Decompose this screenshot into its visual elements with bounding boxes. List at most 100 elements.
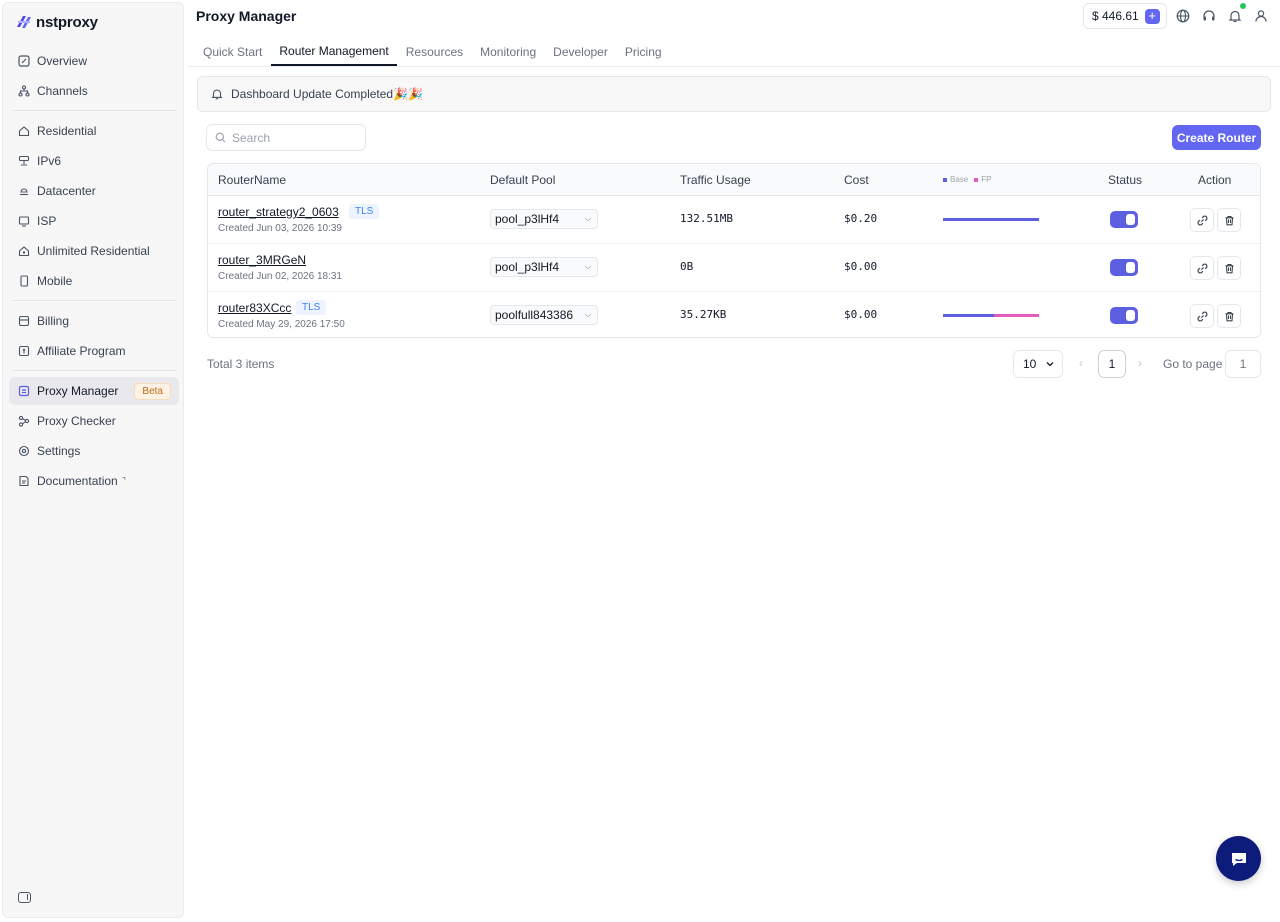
sidebar-item-documentation[interactable]: Documentation ⌝	[9, 467, 179, 495]
sidebar-item-label: ISP	[37, 214, 57, 228]
legend-base-label: Base	[950, 175, 969, 184]
brand-logo[interactable]: nstproxy	[15, 13, 98, 31]
datacenter-icon	[18, 185, 30, 197]
sidebar-item-ipv6[interactable]: IPv6	[9, 147, 179, 175]
router-name-link[interactable]: router83XCcc	[218, 301, 291, 315]
sidebar-item-label: Settings	[37, 444, 81, 458]
tab-router-management[interactable]: Router Management	[271, 38, 397, 66]
default-pool-select[interactable]: poolfull843386 ⌵	[490, 305, 598, 325]
toggle-knob	[1126, 310, 1135, 321]
residential-icon	[18, 125, 30, 137]
chevron-down-icon: ⌵	[584, 262, 591, 271]
notice-bell-icon	[211, 88, 223, 100]
chat-bubble-icon	[1231, 852, 1246, 866]
goto-page-input[interactable]	[1225, 350, 1261, 378]
sidebar-item-affiliate-program[interactable]: Affiliate Program	[9, 337, 179, 365]
sidebar-item-proxy-checker[interactable]: Proxy Checker	[9, 407, 179, 435]
default-pool-select[interactable]: pool_p3lHf4 ⌵	[490, 257, 598, 277]
delete-button[interactable]	[1217, 304, 1241, 328]
sidebar-item-channels[interactable]: Channels	[9, 77, 179, 105]
sidebar-item-label: Mobile	[37, 274, 73, 288]
sidebar-item-overview[interactable]: Overview	[9, 47, 179, 75]
mobile-icon	[18, 275, 30, 287]
next-page-button[interactable]: ›	[1138, 356, 1142, 370]
tab-quick-start[interactable]: Quick Start	[195, 38, 270, 66]
collapse-sidebar-icon[interactable]	[18, 892, 31, 903]
table-row: router_3MRGeN Created Jun 02, 2026 18:31…	[208, 244, 1260, 292]
sidebar-item-datacenter[interactable]: Datacenter	[9, 177, 179, 205]
search-input[interactable]	[232, 130, 352, 145]
column-header-status: Status	[1108, 173, 1143, 187]
search-icon	[215, 132, 226, 143]
isp-icon	[18, 215, 30, 227]
tab-monitoring[interactable]: Monitoring	[472, 38, 544, 66]
status-toggle[interactable]	[1110, 259, 1138, 276]
proxy-checker-icon	[18, 415, 30, 427]
usage-bar-base	[943, 314, 994, 317]
previous-page-button[interactable]: ‹	[1079, 356, 1083, 370]
user-icon[interactable]	[1253, 8, 1269, 24]
sidebar-item-residential[interactable]: Residential	[9, 117, 179, 145]
unlimited-residential-icon	[18, 245, 30, 257]
billing-icon	[18, 315, 30, 327]
copy-link-button[interactable]	[1190, 304, 1214, 328]
legend-fp-swatch	[974, 177, 979, 182]
tls-badge: TLS	[349, 204, 380, 219]
sidebar-item-isp[interactable]: ISP	[9, 207, 179, 235]
sidebar-item-mobile[interactable]: Mobile	[9, 267, 179, 295]
created-date: Created May 29, 2026 17:50	[218, 319, 345, 330]
copy-link-button[interactable]	[1190, 256, 1214, 280]
delete-button[interactable]	[1217, 256, 1241, 280]
tab-pricing[interactable]: Pricing	[617, 38, 670, 66]
column-header-default-pool: Default Pool	[490, 173, 556, 187]
column-header-traffic-usage: Traffic Usage	[680, 173, 751, 187]
link-icon	[1197, 215, 1207, 225]
sidebar-item-billing[interactable]: Billing	[9, 307, 179, 335]
globe-icon[interactable]	[1175, 8, 1191, 24]
tab-resources[interactable]: Resources	[398, 38, 471, 66]
tab-developer[interactable]: Developer	[545, 38, 616, 66]
toggle-knob	[1126, 262, 1135, 273]
add-funds-button[interactable]: +	[1144, 8, 1160, 24]
router-name-link[interactable]: router_3MRGeN	[218, 253, 306, 267]
column-header-cost: Cost	[844, 173, 869, 187]
bell-icon[interactable]	[1227, 8, 1243, 24]
sidebar-item-proxy-manager[interactable]: Proxy Manager Beta	[9, 377, 179, 405]
table-row: router_strategy2_0603 TLS Created Jun 03…	[208, 196, 1260, 244]
sidebar-item-settings[interactable]: Settings	[9, 437, 179, 465]
cost-value: $0.20	[844, 212, 878, 225]
online-status-dot	[1240, 3, 1246, 9]
goto-page-label: Go to page	[1163, 357, 1223, 371]
status-toggle[interactable]	[1110, 307, 1138, 324]
update-notice: Dashboard Update Completed 🎉🎉	[197, 76, 1271, 112]
page-size-select[interactable]: 10	[1013, 350, 1063, 378]
chevron-down-icon	[1046, 362, 1054, 367]
sidebar-item-label: Proxy Checker	[37, 414, 116, 428]
chat-support-button[interactable]	[1216, 836, 1261, 881]
header-icon-bar	[1175, 8, 1269, 24]
usage-bar	[943, 218, 1039, 221]
legend-base: Base	[943, 175, 968, 184]
nstproxy-logo-icon	[17, 16, 31, 28]
sidebar-item-unlimited-residential[interactable]: Unlimited Residential	[9, 237, 179, 265]
overview-icon	[18, 55, 30, 67]
sidebar-item-label: Overview	[37, 54, 88, 68]
usage-bar-fp	[994, 314, 1039, 317]
sidebar-item-label: Proxy Manager	[37, 384, 119, 398]
router-name-link[interactable]: router_strategy2_0603	[218, 205, 339, 219]
settings-icon	[18, 445, 30, 457]
delete-button[interactable]	[1217, 208, 1241, 232]
default-pool-select[interactable]: pool_p3lHf4 ⌵	[490, 209, 598, 229]
headset-icon[interactable]	[1201, 8, 1217, 24]
create-router-button[interactable]: Create Router	[1172, 125, 1261, 150]
sidebar-divider	[12, 110, 176, 111]
balance-widget[interactable]: $ 446.61 +	[1083, 3, 1167, 29]
copy-link-button[interactable]	[1190, 208, 1214, 232]
search-box[interactable]	[206, 124, 366, 151]
sidebar-divider	[12, 370, 176, 371]
status-toggle[interactable]	[1110, 211, 1138, 228]
current-page-button[interactable]: 1	[1098, 350, 1126, 378]
page-size-value: 10	[1023, 357, 1037, 371]
page-title: Proxy Manager	[196, 8, 297, 24]
ipv6-icon	[18, 155, 30, 167]
